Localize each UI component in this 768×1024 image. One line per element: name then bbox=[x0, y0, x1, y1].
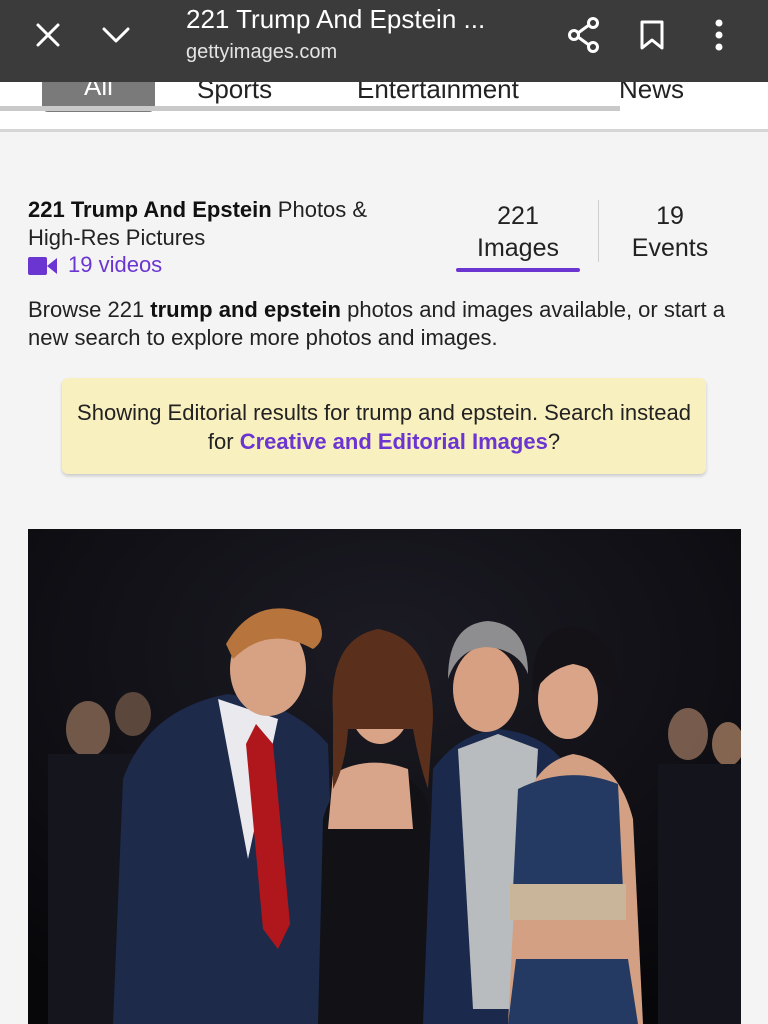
result-photo[interactable] bbox=[28, 529, 741, 1024]
tab-images[interactable]: 221 Images bbox=[456, 200, 580, 272]
heading-query: 221 Trump And Epstein bbox=[28, 197, 272, 222]
bookmark-icon[interactable] bbox=[630, 13, 674, 57]
browse-prefix: Browse 221 bbox=[28, 297, 151, 322]
counts-divider bbox=[598, 200, 599, 262]
video-camera-icon bbox=[28, 255, 58, 275]
tabs-scroll-indicator bbox=[0, 106, 620, 111]
page-title: 221 Trump And Epstein ... bbox=[186, 4, 486, 34]
page-url[interactable]: gettyimages.com bbox=[186, 39, 337, 65]
browse-query: trump and epstein bbox=[150, 297, 341, 322]
images-count: 221 bbox=[497, 202, 539, 230]
tab-sports[interactable]: Sports bbox=[197, 82, 272, 106]
tab-entertainment[interactable]: Entertainment bbox=[357, 82, 519, 106]
editorial-notice: Showing Editorial results for trump and … bbox=[62, 378, 706, 474]
creative-editorial-link[interactable]: Creative and Editorial Images bbox=[240, 429, 548, 454]
results-heading: 221 Trump And Epstein Photos & High-Res … bbox=[28, 196, 398, 252]
share-icon[interactable] bbox=[562, 13, 606, 57]
events-count: 19 bbox=[656, 202, 684, 230]
category-tabs: All Sports Entertainment News bbox=[0, 82, 768, 132]
photo-illustration bbox=[28, 529, 741, 1024]
tab-news[interactable]: News bbox=[619, 82, 684, 106]
tab-all-label: All bbox=[84, 82, 113, 101]
browse-description: Browse 221 trump and epstein photos and … bbox=[28, 296, 748, 352]
images-label: Images bbox=[477, 234, 559, 262]
videos-label: 19 videos bbox=[68, 252, 163, 277]
chevron-down-icon[interactable] bbox=[94, 13, 138, 57]
videos-link[interactable]: 19 videos bbox=[28, 251, 162, 279]
tab-events[interactable]: 19 Events bbox=[612, 200, 728, 264]
notice-end: ? bbox=[547, 429, 561, 454]
events-label: Events bbox=[631, 234, 709, 262]
close-icon[interactable] bbox=[26, 13, 70, 57]
browser-toolbar: 221 Trump And Epstein ... gettyimages.co… bbox=[0, 0, 768, 82]
active-tab-underline bbox=[456, 268, 580, 272]
more-vert-icon[interactable] bbox=[697, 13, 741, 57]
